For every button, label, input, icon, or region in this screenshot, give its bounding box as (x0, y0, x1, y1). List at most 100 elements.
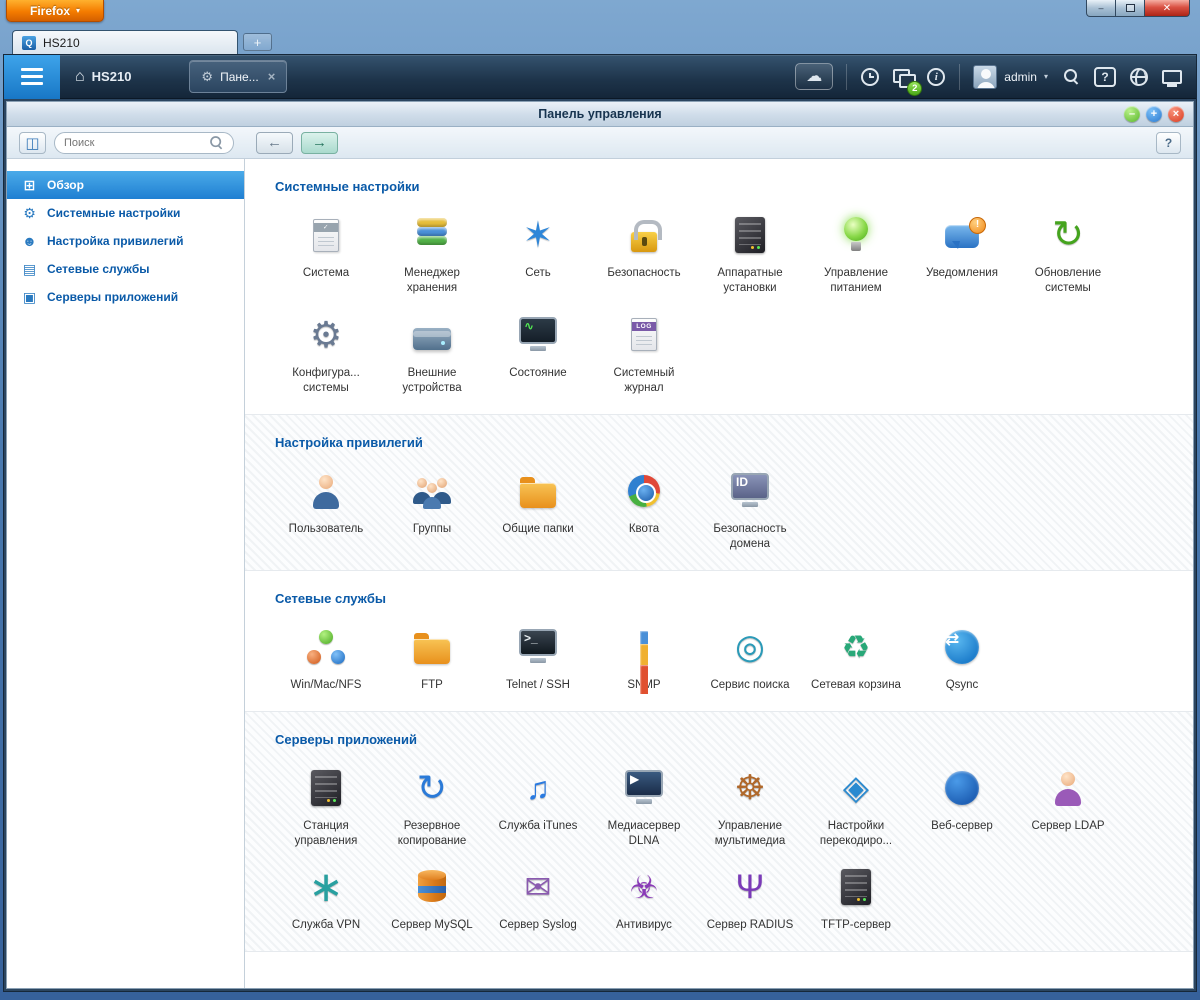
transcode-settings-icon: ◈ (842, 768, 870, 807)
app-item[interactable]: LOG Системный журнал (591, 310, 697, 396)
recent-tasks-button[interactable] (860, 64, 880, 90)
network-recycle-bin-icon: ♻ (841, 628, 871, 665)
app-item[interactable]: Станция управления (273, 763, 379, 849)
sidebar-item-overview[interactable]: ⊞ Обзор (7, 171, 244, 199)
search-button[interactable] (1061, 64, 1081, 90)
app-tab-control-panel[interactable]: ⚙ Пане... × (189, 60, 288, 93)
app-item-label: Уведомления (926, 267, 998, 279)
domain-security-icon: ID (719, 466, 781, 516)
search-box (54, 131, 234, 154)
background-tasks-button[interactable]: 2 (893, 64, 923, 96)
panel-help-button[interactable]: ? (1156, 131, 1181, 154)
desktop-button[interactable] (1162, 64, 1182, 90)
firefox-menu-button[interactable]: Firefox ▾ (6, 0, 104, 22)
app-item[interactable]: Безопасность (591, 210, 697, 296)
app-item[interactable]: TFTP-сервер (803, 862, 909, 933)
divider (846, 63, 848, 90)
new-tab-button[interactable]: + (243, 33, 272, 51)
app-item[interactable]: FTP (379, 622, 485, 693)
control-panel-window: Панель управления – + × ◫ ← → ? ⊞Обзор⚙С… (6, 101, 1194, 989)
sidebar-item-network-services[interactable]: ▤ Сетевые службы (7, 255, 244, 283)
app-item[interactable]: ☸ Управление мультимедиа (697, 763, 803, 849)
app-item[interactable]: ✶ Сеть (485, 210, 591, 296)
restore-button[interactable] (1116, 0, 1144, 17)
app-item[interactable]: Менеджер хранения (379, 210, 485, 296)
sidebar-item-privilege-settings[interactable]: ☻ Настройка привилегий (7, 227, 244, 255)
app-item[interactable]: ✓ Система (273, 210, 379, 296)
app-item-label: Системный журнал (613, 366, 675, 394)
app-tab-close-icon[interactable]: × (266, 69, 276, 84)
app-item[interactable]: Сервер MySQL (379, 862, 485, 933)
search-input[interactable] (64, 136, 203, 149)
app-item[interactable]: Пользователь (273, 466, 379, 552)
app-item-label: Настройки перекодиро... (819, 819, 893, 847)
sidebar-item-system-settings[interactable]: ⚙ Системные настройки (7, 199, 244, 227)
minimize-button[interactable]: – (1086, 0, 1116, 17)
panel-maximize-button[interactable]: + (1146, 106, 1162, 122)
browser-tab[interactable]: Q HS210 (12, 30, 238, 54)
close-button[interactable]: ✕ (1144, 0, 1190, 17)
section-title: Сетевые службы (275, 590, 387, 606)
app-item[interactable]: Ψ Сервер RADIUS (697, 862, 803, 933)
vpn-service-icon: ∗ (308, 863, 344, 911)
dlna-media-server-icon: ▶ (613, 763, 675, 813)
app-item[interactable]: ⇄ Qsync (909, 622, 1015, 693)
help-button[interactable]: ? (1094, 66, 1116, 87)
main-menu-button[interactable] (4, 54, 60, 99)
app-item[interactable]: ◈ Настройки перекодиро... (803, 763, 909, 849)
sidebar-toggle-button[interactable]: ◫ (19, 131, 46, 154)
app-item[interactable]: ↻ Резервное копирование (379, 763, 485, 849)
forward-button[interactable]: → (301, 131, 338, 154)
firmware-update-icon: ↻ (1052, 214, 1084, 256)
app-item-label: TFTP-сервер (821, 919, 891, 932)
app-item[interactable]: SNMP (591, 622, 697, 694)
app-item[interactable]: Общие папки (485, 466, 591, 552)
user-menu[interactable]: admin ▾ (973, 64, 1048, 89)
app-item-label: Антивирус (616, 919, 672, 932)
info-button[interactable]: i (926, 64, 946, 90)
antivirus-icon: ☣ (629, 869, 659, 906)
app-item[interactable]: ✉ Сервер Syslog (485, 862, 591, 933)
home-button[interactable]: ⌂ HS210 (60, 68, 149, 85)
app-item[interactable]: ID Безопасность домена (697, 466, 803, 552)
privilege-settings-icon: ☻ (22, 233, 37, 249)
app-item[interactable]: Веб-сервер (909, 763, 1015, 849)
app-item-label: Внешние устройства (402, 366, 462, 394)
app-item[interactable]: ♻ Сетевая корзина (803, 622, 909, 693)
sidebar-item-label: Серверы приложений (47, 290, 179, 304)
myqnapcloud-button[interactable]: ☁ (795, 63, 834, 90)
app-item-label: Медиасервер DLNA (607, 819, 681, 847)
app-item[interactable]: ∗ Служба VPN (273, 862, 379, 933)
snmp-icon (613, 622, 675, 694)
app-item[interactable]: ∿ Состояние (485, 310, 591, 396)
app-item[interactable]: Внешние устройства (379, 310, 485, 396)
search-icon (1063, 69, 1079, 84)
app-item-label: Сеть (525, 267, 551, 279)
app-item[interactable]: ☣ Антивирус (591, 862, 697, 933)
app-item-label: Win/Mac/NFS (290, 678, 362, 691)
app-item[interactable]: Уведомления (909, 210, 1015, 296)
app-item[interactable]: Квота (591, 466, 697, 552)
app-item[interactable]: ⚙ Конфигура... системы (273, 310, 379, 396)
app-item[interactable]: Сервер LDAP (1015, 763, 1121, 849)
app-item[interactable]: >_ Telnet / SSH (485, 622, 591, 693)
sidebar-item-application-servers[interactable]: ▣ Серверы приложений (7, 283, 244, 311)
app-item[interactable]: ♫ Служба iTunes (485, 763, 591, 849)
app-item[interactable]: ▶ Медиасервер DLNA (591, 763, 697, 849)
panel-close-button[interactable]: × (1168, 106, 1184, 122)
app-item[interactable]: ◎ Сервис поиска (697, 622, 803, 693)
panel-minimize-button[interactable]: – (1124, 106, 1140, 122)
sidebar-item-label: Обзор (47, 178, 84, 192)
app-item[interactable]: Аппаратные установки (697, 210, 803, 296)
app-item[interactable]: ↻ Обновление системы (1015, 210, 1121, 296)
language-button[interactable] (1129, 64, 1149, 90)
app-item[interactable]: Win/Mac/NFS (273, 622, 379, 693)
panel-body: ⊞ Обзор ⚙ Системные настройки ☻ Настройка при… (7, 159, 1193, 988)
back-button[interactable]: ← (256, 131, 293, 154)
app-item[interactable]: Управление питанием (803, 210, 909, 296)
app-item[interactable]: Группы (379, 466, 485, 552)
app-item-label: Управление питанием (824, 267, 888, 294)
telnet-ssh-icon: >_ (507, 622, 569, 672)
storage-manager-icon (401, 210, 463, 260)
section-title: Системные настройки (275, 179, 420, 194)
